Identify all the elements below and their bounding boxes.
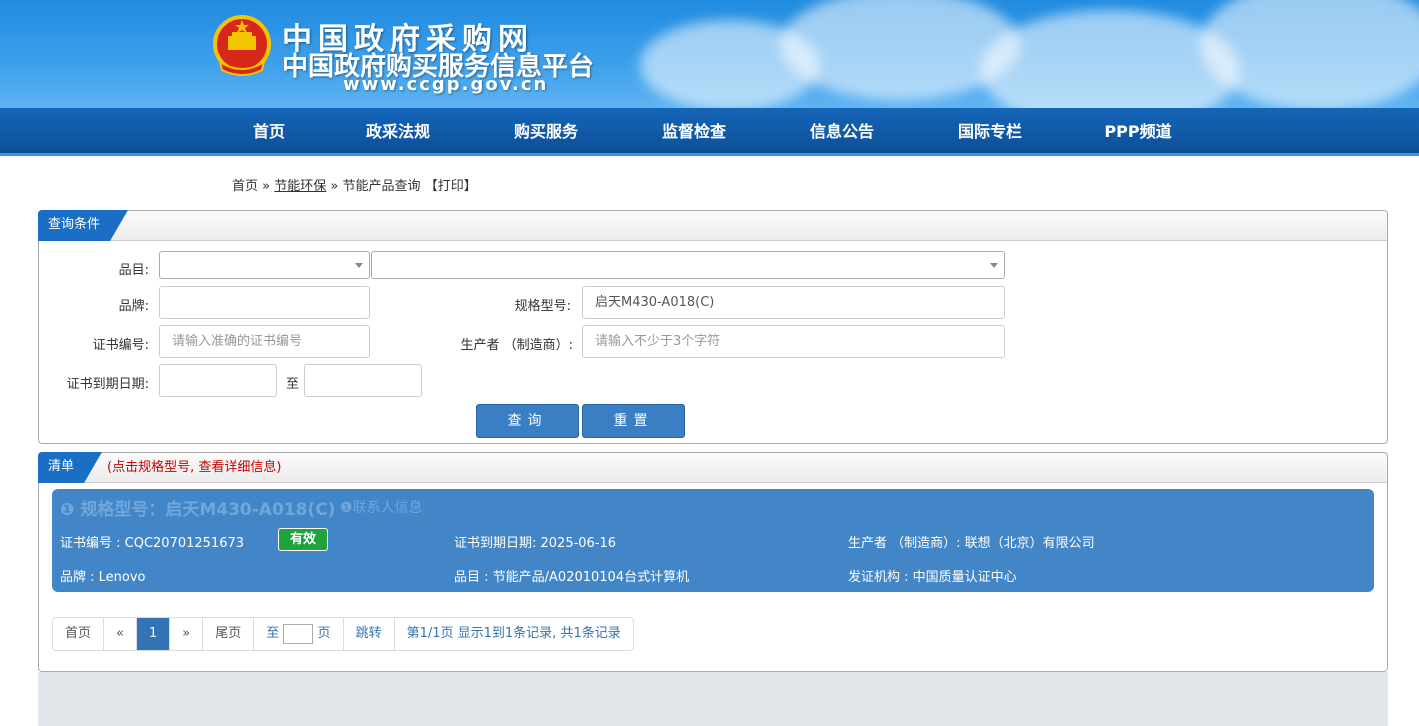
next-page-button[interactable]: » [170, 618, 204, 650]
brand-input[interactable] [159, 286, 370, 319]
breadcrumb-separator: » [330, 179, 339, 194]
info-icon: ❶ [60, 500, 75, 520]
page-1-button[interactable]: 1 [136, 618, 171, 650]
breadcrumb-energy-saving[interactable]: 节能环保 [274, 179, 326, 194]
model-input[interactable]: 启天M430-A018(C) [582, 286, 1005, 319]
site-url: www.ccgp.gov.cn [343, 74, 549, 95]
maker-label: 生产者 （制造商）: [460, 338, 573, 353]
jump-button[interactable]: 跳转 [344, 618, 395, 650]
result-maker: 生产者 （制造商）: 联想（北京）有限公司 [848, 536, 1095, 551]
result-issuer: 发证机构 : 中国质量认证中心 [848, 570, 1017, 585]
info-icon: ❶ [340, 500, 353, 516]
cloud-decoration [1200, 0, 1419, 108]
pagination: 首页 « 1 » 尾页 至 页 跳转 第1/1页 显示1到1条记录, 共1条记录 [52, 617, 634, 651]
cloud-decoration [980, 10, 1240, 108]
result-cert-no: 证书编号 : CQC20701251673 [60, 536, 245, 551]
national-emblem-icon [213, 15, 271, 76]
footer-area [38, 672, 1388, 726]
chevron-down-icon [990, 263, 998, 268]
last-page-button[interactable]: 尾页 [203, 618, 255, 650]
goto-page-input[interactable] [283, 623, 314, 644]
main-nav: 首页 政采法规 购买服务 监督检查 信息公告 国际专栏 PPP频道 [0, 108, 1419, 156]
nav-item-regulations[interactable]: 政采法规 [343, 108, 453, 156]
result-expiry: 证书到期日期: 2025-06-16 [454, 536, 617, 551]
goto-page-group: 至 页 [254, 618, 344, 650]
nav-item-supervision[interactable]: 监督检查 [639, 108, 749, 156]
status-badge: 有效 [278, 528, 328, 551]
query-panel: 查询条件 品目: 品牌: 规格型号: 启天M430-A018(C) 证书编号: … [38, 210, 1388, 444]
page-info: 第1/1页 显示1到1条记录, 共1条记录 [406, 626, 621, 641]
results-panel-title: 清单 [38, 452, 102, 483]
results-panel-header: 清单 (点击规格型号, 查看详细信息) [39, 453, 1387, 483]
category-select-secondary[interactable] [371, 251, 1005, 279]
result-category: 品目 : 节能产品/A02010104台式计算机 [454, 570, 690, 585]
breadcrumb: 首页 » 节能环保 » 节能产品查询 【打印】 [232, 175, 477, 194]
category-label: 品目: [118, 263, 149, 278]
search-button[interactable]: 查询 [476, 404, 579, 438]
expiry-label: 证书到期日期: [66, 377, 149, 392]
maker-input[interactable]: 请输入不少于3个字符 [582, 325, 1005, 358]
reset-button[interactable]: 重置 [582, 404, 685, 438]
print-link[interactable]: 【打印】 [425, 179, 477, 194]
cert-no-input[interactable]: 请输入准确的证书编号 [159, 325, 370, 358]
results-hint: (点击规格型号, 查看详细信息) [107, 460, 282, 475]
query-panel-title: 查询条件 [38, 210, 128, 241]
nav-item-home[interactable]: 首页 [214, 108, 324, 156]
nav-item-purchase-services[interactable]: 购买服务 [491, 108, 601, 156]
nav-item-announcements[interactable]: 信息公告 [787, 108, 897, 156]
expiry-to-input[interactable] [304, 364, 422, 397]
model-label: 规格型号: [514, 299, 571, 314]
prev-page-button[interactable]: « [104, 618, 137, 650]
nav-item-ppp[interactable]: PPP频道 [1083, 108, 1193, 156]
expiry-from-input[interactable] [159, 364, 277, 397]
expiry-to-label: 至 [285, 377, 299, 392]
category-select-primary[interactable] [159, 251, 370, 279]
breadcrumb-current: 节能产品查询 [342, 179, 421, 194]
result-brand: 品牌 : Lenovo [60, 570, 146, 585]
cert-no-label: 证书编号: [92, 338, 149, 353]
result-card: ❶ 规格型号：启天M430-A018(C) ❶联系人信息 证书编号 : CQC2… [52, 489, 1374, 592]
breadcrumb-separator: » [262, 179, 271, 194]
query-panel-header: 查询条件 [39, 211, 1387, 241]
contact-info-link[interactable]: ❶联系人信息 [340, 497, 423, 517]
brand-label: 品牌: [118, 299, 149, 314]
nav-item-international[interactable]: 国际专栏 [935, 108, 1045, 156]
first-page-button[interactable]: 首页 [53, 618, 105, 650]
header-banner: 中国政府采购网 中国政府购买服务信息平台 www.ccgp.gov.cn [0, 0, 1419, 108]
breadcrumb-home[interactable]: 首页 [232, 179, 258, 194]
result-model-link[interactable]: ❶ 规格型号：启天M430-A018(C) [60, 495, 335, 520]
chevron-down-icon [355, 263, 363, 268]
